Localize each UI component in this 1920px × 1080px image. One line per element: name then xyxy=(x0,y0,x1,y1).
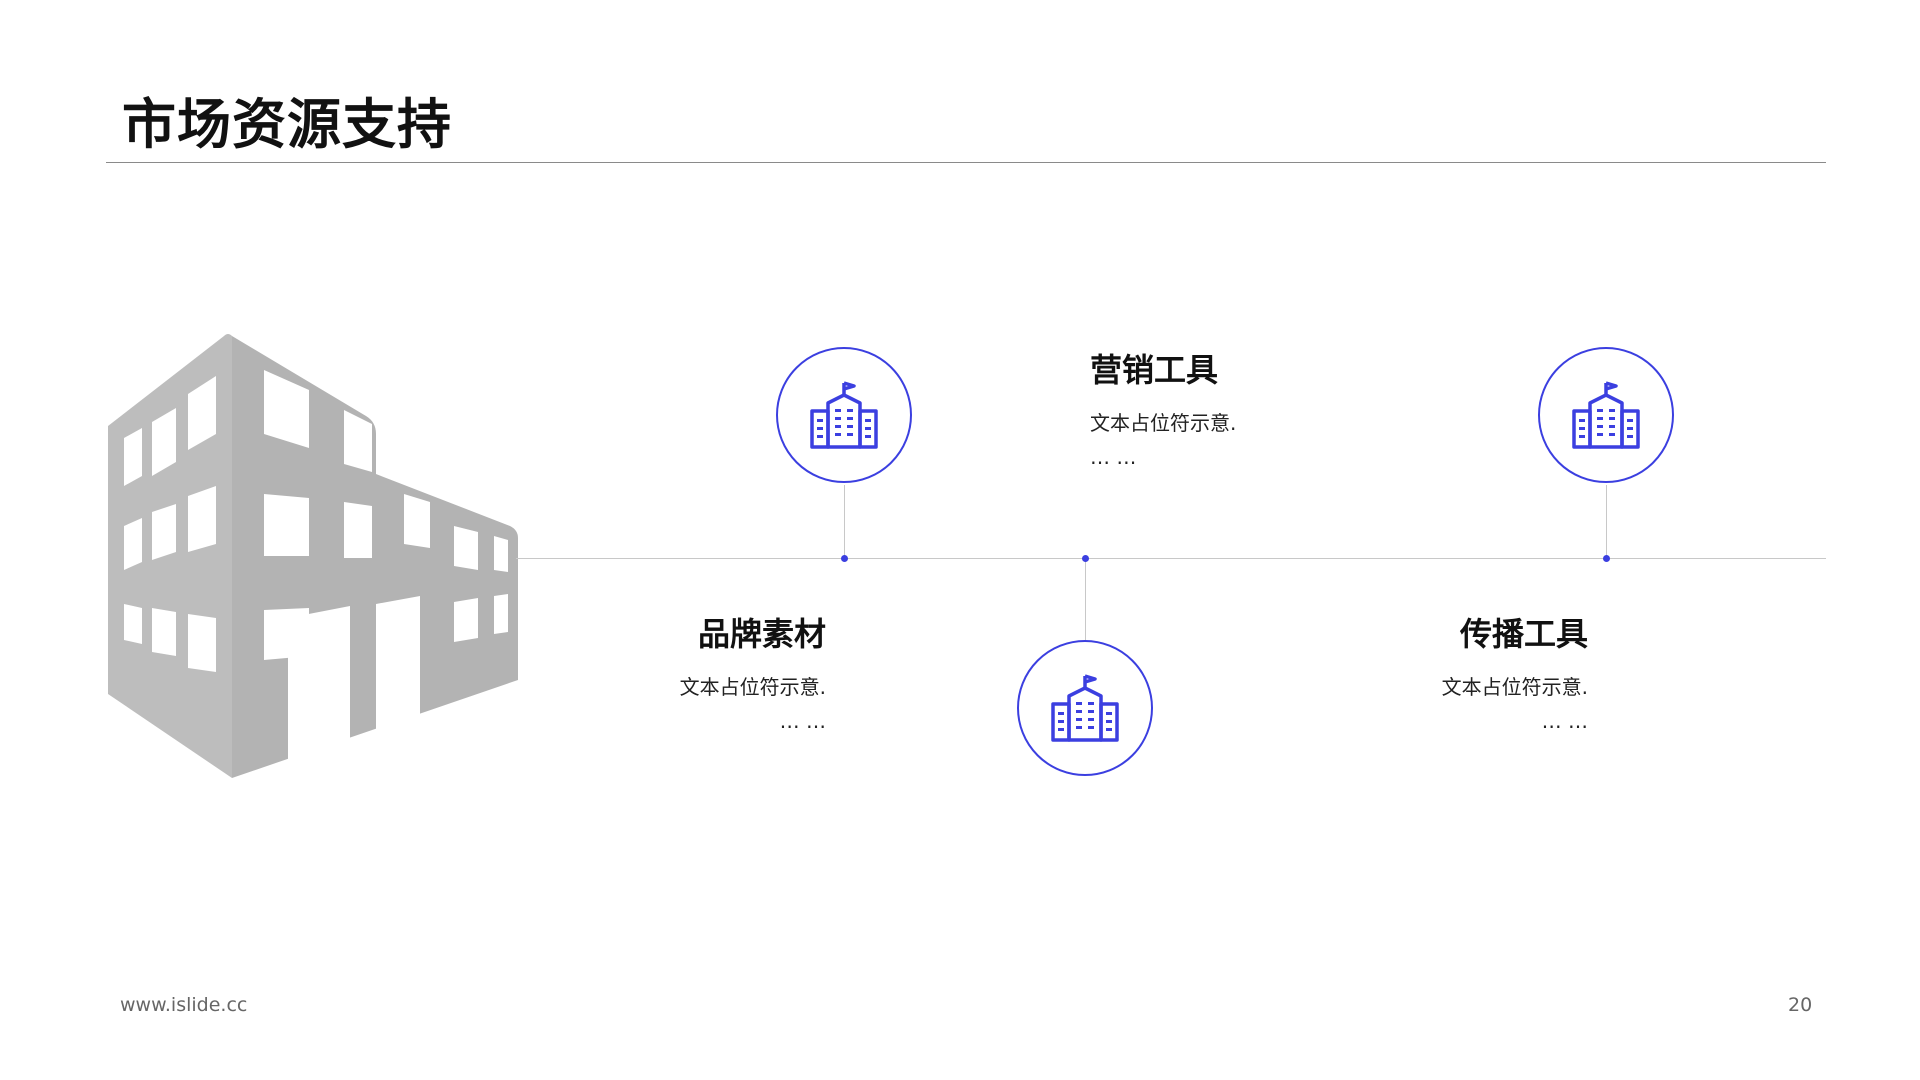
item-3-desc-line1: 文本占位符示意. xyxy=(1441,675,1588,699)
slide-title: 市场资源支持 xyxy=(122,93,452,156)
item-2-desc-line2: … … xyxy=(1090,445,1137,469)
building-icon xyxy=(810,381,878,449)
item-1-desc: 文本占位符示意. … … xyxy=(680,670,826,738)
icon-circle-2 xyxy=(1017,640,1153,776)
footer-url: www.islide.cc xyxy=(120,994,248,1016)
connector-3 xyxy=(1606,485,1607,558)
timeline-dot-1 xyxy=(841,555,848,562)
item-1-desc-line2: … … xyxy=(779,709,826,733)
timeline-dot-2 xyxy=(1082,555,1089,562)
item-2-desc-line1: 文本占位符示意. xyxy=(1090,411,1237,435)
connector-1 xyxy=(844,485,845,558)
connector-2 xyxy=(1085,558,1086,640)
title-divider xyxy=(106,162,1826,163)
building-icon xyxy=(1572,381,1640,449)
item-3-desc: 文本占位符示意. … … xyxy=(1442,670,1588,738)
timeline-line xyxy=(516,558,1826,559)
item-3-title: 传播工具 xyxy=(1459,615,1588,653)
item-2-desc: 文本占位符示意. … … xyxy=(1090,406,1236,474)
icon-circle-3 xyxy=(1538,347,1674,483)
building-icon xyxy=(1051,674,1119,742)
building-illustration xyxy=(108,334,518,778)
item-1-title: 品牌素材 xyxy=(697,615,826,653)
icon-circle-1 xyxy=(776,347,912,483)
item-2-title: 营销工具 xyxy=(1090,351,1219,389)
item-3-desc-line2: … … xyxy=(1541,709,1588,733)
page-number: 20 xyxy=(1788,994,1813,1016)
item-1-desc-line1: 文本占位符示意. xyxy=(679,675,826,699)
timeline-dot-3 xyxy=(1603,555,1610,562)
